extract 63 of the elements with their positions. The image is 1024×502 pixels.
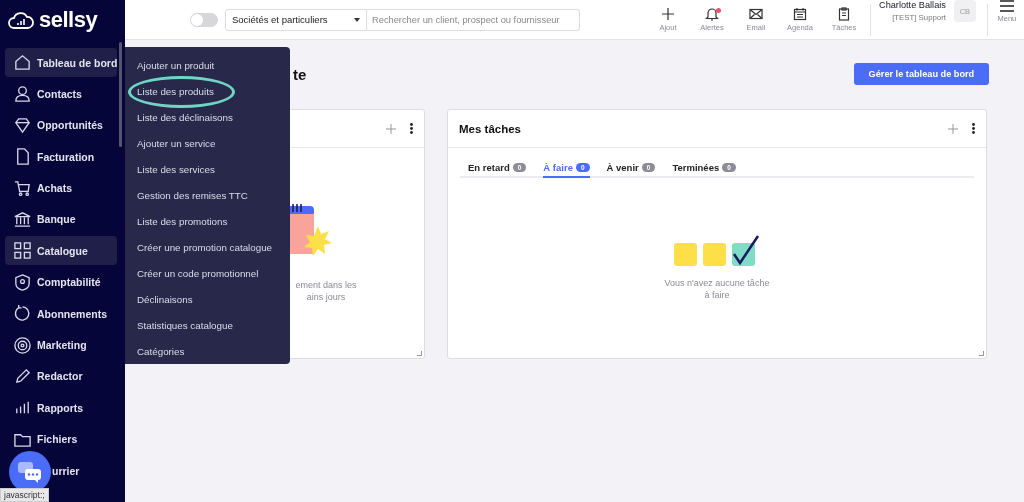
sidebar-item[interactable]: Achats <box>5 173 117 203</box>
submenu-item[interactable]: Créer un code promotionnel <box>137 260 290 287</box>
bell-icon <box>705 7 719 21</box>
manage-dashboard-button[interactable]: Gérer le tableau de bord <box>853 63 989 85</box>
submenu-item[interactable]: Gestion des remises TTC <box>137 182 290 209</box>
calendar-icon <box>793 7 807 21</box>
empty-text: ement dans les ains jours <box>295 279 357 303</box>
scrollbar[interactable] <box>119 42 122 147</box>
submenu-item[interactable]: Liste des déclinaisons <box>137 104 290 131</box>
sidebar-item[interactable]: Contacts <box>5 79 117 109</box>
submenu-item[interactable]: Liste des produits <box>137 78 290 105</box>
page-title: te <box>293 65 307 83</box>
submenu-item[interactable]: Ajouter un service <box>137 130 290 157</box>
mail-icon <box>749 7 763 21</box>
bank-icon <box>13 209 32 229</box>
resize-handle[interactable] <box>417 351 422 356</box>
scope-dropdown[interactable]: Sociétés et particuliers <box>225 8 367 31</box>
submenu-item[interactable]: Liste des promotions <box>137 208 290 235</box>
refresh-icon <box>13 304 32 324</box>
submenu-item[interactable]: Ajouter un produit <box>137 53 290 79</box>
clipboard-icon <box>837 7 851 21</box>
sidebar-item[interactable]: Comptabilité <box>5 267 117 297</box>
empty-text: Vous n'avez aucune tâche à faire <box>664 277 770 301</box>
sidebar-item[interactable]: Catalogue <box>5 236 117 266</box>
submenu-item[interactable]: Créer une promotion catalogue <box>137 234 290 261</box>
sidebar-item[interactable]: Marketing <box>5 330 117 360</box>
sidebar-item[interactable]: Fichiers <box>5 424 117 454</box>
toggle-switch[interactable] <box>190 12 218 27</box>
plus-icon[interactable] <box>386 123 396 134</box>
cloud-logo-icon <box>8 11 34 29</box>
person-icon <box>13 84 32 104</box>
submenu-item[interactable]: Statistiques catalogue <box>137 312 290 339</box>
sidebar-item[interactable]: urrier <box>5 456 117 486</box>
diamond-icon <box>13 115 32 135</box>
pencil-icon <box>13 366 32 386</box>
logo-text: sellsy <box>39 7 98 33</box>
chat-icon <box>17 461 43 483</box>
target-icon <box>13 335 32 355</box>
menu-icon <box>999 0 1014 12</box>
submenu-item[interactable]: Déclinaisons <box>137 286 290 313</box>
plus-icon <box>661 7 675 21</box>
more-icon[interactable] <box>972 123 975 134</box>
more-icon[interactable] <box>410 123 413 134</box>
sidebar-item[interactable]: Redactor <box>5 361 117 391</box>
sidebar-item[interactable]: Banque <box>5 204 117 234</box>
home-icon <box>13 53 32 72</box>
cart-icon <box>13 178 32 198</box>
resize-handle[interactable] <box>979 351 984 356</box>
grid-icon <box>13 241 32 261</box>
plus-icon[interactable] <box>948 123 958 134</box>
sidebar-item[interactable]: Abonnements <box>5 299 117 329</box>
sidebar-item[interactable]: Tableau de bord <box>5 48 117 77</box>
search-field[interactable]: Rechercher un client, prospect ou fournisseur <box>367 8 580 31</box>
sidebar-item[interactable]: Facturation <box>5 142 117 172</box>
caret-icon <box>354 17 360 22</box>
status-tooltip: javascript:; <box>0 488 49 502</box>
sidebar-item[interactable]: Opportunités <box>5 110 117 140</box>
card-title: Mes tâches <box>459 122 521 135</box>
submenu-item[interactable]: Catégories <box>137 338 290 365</box>
user-name: Charlotte Ballais <box>879 0 946 10</box>
shield-icon <box>13 272 32 292</box>
submenu-item[interactable]: Liste des services <box>137 156 290 183</box>
sidebar-item[interactable]: Rapports <box>5 393 117 423</box>
